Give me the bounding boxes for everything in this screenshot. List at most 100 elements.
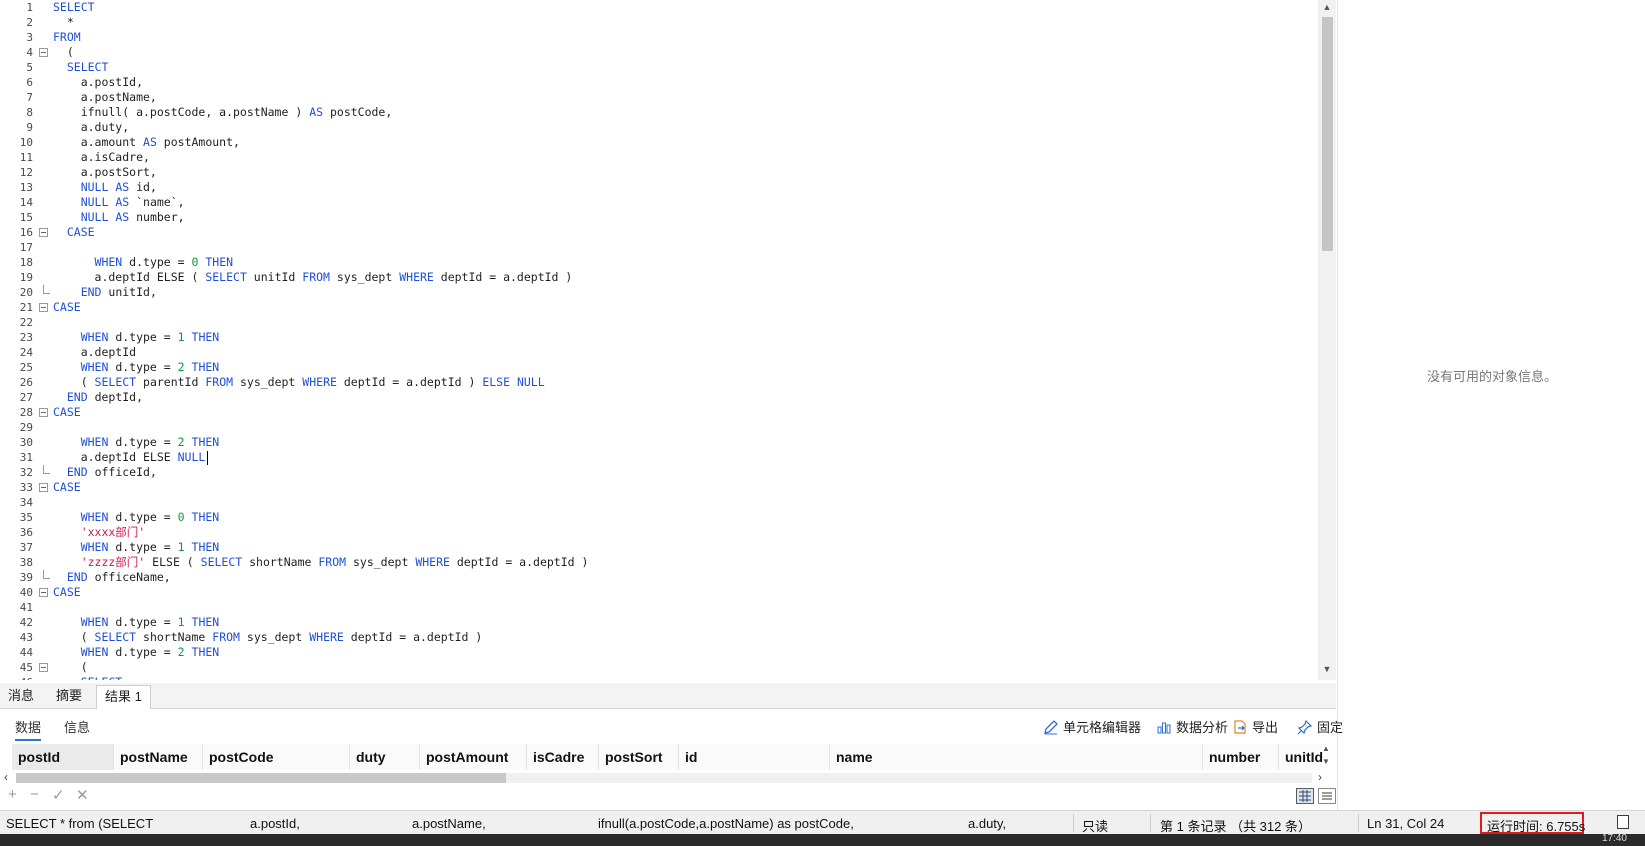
fold-collapse-icon[interactable] [39,663,48,672]
code-line[interactable]: 4 ( [0,45,1318,60]
code-line[interactable]: 27 END deptId, [0,390,1318,405]
code-line[interactable]: 18 WHEN d.type = 0 THEN [0,255,1318,270]
scroll-right-icon[interactable]: › [1318,770,1322,784]
code-line[interactable]: 44 WHEN d.type = 2 THEN [0,645,1318,660]
code-line[interactable]: 22 [0,315,1318,330]
add-record-icon[interactable]: + [8,786,17,803]
code-line[interactable]: 5 SELECT [0,60,1318,75]
fold-collapse-icon[interactable] [39,408,48,417]
column-header-postSort[interactable]: postSort [599,744,679,770]
fold-collapse-icon[interactable] [39,303,48,312]
code-line[interactable]: 43 ( SELECT shortName FROM sys_dept WHER… [0,630,1318,645]
scroll-up-arrow-icon[interactable]: ▲ [1318,2,1336,12]
code-line[interactable]: 46 SELECT [0,675,1318,680]
code-line[interactable]: 2 * [0,15,1318,30]
code-line[interactable]: 17 [0,240,1318,255]
grid-view-icon[interactable] [1296,788,1314,804]
sql-preview-part-1: a.postId, [250,816,300,831]
code-line[interactable]: 8 ifnull( a.postCode, a.postName ) AS po… [0,105,1318,120]
code-line[interactable]: 42 WHEN d.type = 1 THEN [0,615,1318,630]
code-token-plain: `name`, [129,195,185,209]
code-token-str: 'xxxx部门' [53,525,146,539]
horizontal-scroll-thumb[interactable] [16,773,506,783]
code-line[interactable]: 35 WHEN d.type = 0 THEN [0,510,1318,525]
delete-record-icon[interactable]: − [30,786,39,803]
column-header-postId[interactable]: postId [12,744,114,770]
panel-toggle-icon[interactable] [1617,815,1629,829]
code-line[interactable]: 15 NULL AS number, [0,210,1318,225]
code-line[interactable]: 41 [0,600,1318,615]
column-header-duty[interactable]: duty [350,744,420,770]
code-line[interactable]: 39 END officeName, [0,570,1318,585]
fold-collapse-icon[interactable] [39,588,48,597]
column-header-isCadre[interactable]: isCadre [527,744,599,770]
tab-result-1[interactable]: 结果 1 [96,685,151,709]
grid-scroll-up-icon[interactable]: ▲ [1322,744,1330,753]
code-line[interactable]: 12 a.postSort, [0,165,1318,180]
grid-scroll-down-icon[interactable]: ▼ [1322,757,1330,766]
code-line[interactable]: 28 CASE [0,405,1318,420]
subtab-data[interactable]: 数据 [15,717,42,741]
export-button[interactable]: 导出 [1232,717,1278,736]
tab-summary[interactable]: 摘要 [48,685,90,707]
column-header-postCode[interactable]: postCode [203,744,350,770]
code-line[interactable]: 6 a.postId, [0,75,1318,90]
column-header-unitId[interactable]: unitId [1279,744,1323,770]
code-line[interactable]: 21 CASE [0,300,1318,315]
data-analysis-button[interactable]: 数据分析 [1156,717,1228,736]
column-header-postAmount[interactable]: postAmount [420,744,527,770]
apply-check-icon[interactable]: ✓ [52,786,65,804]
code-line[interactable]: 14 NULL AS `name`, [0,195,1318,210]
code-line[interactable]: 40 CASE [0,585,1318,600]
code-line[interactable]: 16 CASE [0,225,1318,240]
grid-vertical-scrollbar[interactable]: ▲ ▼ [1320,744,1334,770]
form-view-icon[interactable] [1318,788,1336,804]
code-line[interactable]: 1 SELECT [0,0,1318,15]
code-line[interactable]: 11 a.isCadre, [0,150,1318,165]
code-line[interactable]: 31 a.deptId ELSE NULL [0,450,1318,465]
scroll-left-icon[interactable]: ‹ [4,770,8,784]
code-line[interactable]: 37 WHEN d.type = 1 THEN [0,540,1318,555]
code-line[interactable]: 45 ( [0,660,1318,675]
code-line[interactable]: 38 'zzzz部门' ELSE ( SELECT shortName FROM… [0,555,1318,570]
fold-collapse-icon[interactable] [39,48,48,57]
code-line[interactable]: 24 a.deptId [0,345,1318,360]
code-line[interactable]: 23 WHEN d.type = 1 THEN [0,330,1318,345]
editor-vertical-scrollbar[interactable]: ▲ ▼ [1318,0,1336,680]
pin-button[interactable]: 固定 [1297,717,1343,736]
code-line[interactable]: 34 [0,495,1318,510]
tab-messages[interactable]: 消息 [0,685,42,707]
editor-scroll-thumb[interactable] [1322,17,1333,251]
code-text: a.deptId ELSE NULL [53,450,206,465]
code-line[interactable]: 32 END officeId, [0,465,1318,480]
fold-collapse-icon[interactable] [39,483,48,492]
code-text: ( SELECT parentId FROM sys_dept WHERE de… [53,375,545,390]
subtab-info[interactable]: 信息 [64,717,90,736]
code-line[interactable]: 20 END unitId, [0,285,1318,300]
code-line[interactable]: 36 'xxxx部门' [0,525,1318,540]
discard-x-icon[interactable]: ✕ [76,786,89,804]
code-line[interactable]: 7 a.postName, [0,90,1318,105]
column-header-number[interactable]: number [1203,744,1279,770]
cell-editor-button[interactable]: 单元格编辑器 [1043,717,1141,736]
code-line[interactable]: 26 ( SELECT parentId FROM sys_dept WHERE… [0,375,1318,390]
code-line[interactable]: 10 a.amount AS postAmount, [0,135,1318,150]
column-header-postName[interactable]: postName [114,744,203,770]
code-token-plain: a.duty, [53,120,130,134]
scroll-down-arrow-icon[interactable]: ▼ [1318,664,1336,674]
code-line[interactable]: 33 CASE [0,480,1318,495]
column-header-name[interactable]: name [830,744,1203,770]
code-line[interactable]: 30 WHEN d.type = 2 THEN [0,435,1318,450]
column-header-id[interactable]: id [679,744,830,770]
fold-collapse-icon[interactable] [39,228,48,237]
sql-editor[interactable]: 1 SELECT 2 * 3 FROM 4 (5 SELECT 6 a.postId, 7 a… [0,0,1336,680]
code-line[interactable]: 19 a.deptId ELSE ( SELECT unitId FROM sy… [0,270,1318,285]
code-line[interactable]: 29 [0,420,1318,435]
grid-horizontal-scrollbar[interactable]: ‹ › [0,770,1336,785]
code-line[interactable]: 13 NULL AS id, [0,180,1318,195]
code-line[interactable]: 9 a.duty, [0,120,1318,135]
code-line[interactable]: 3 FROM [0,30,1318,45]
code-line[interactable]: 25 WHEN d.type = 2 THEN [0,360,1318,375]
